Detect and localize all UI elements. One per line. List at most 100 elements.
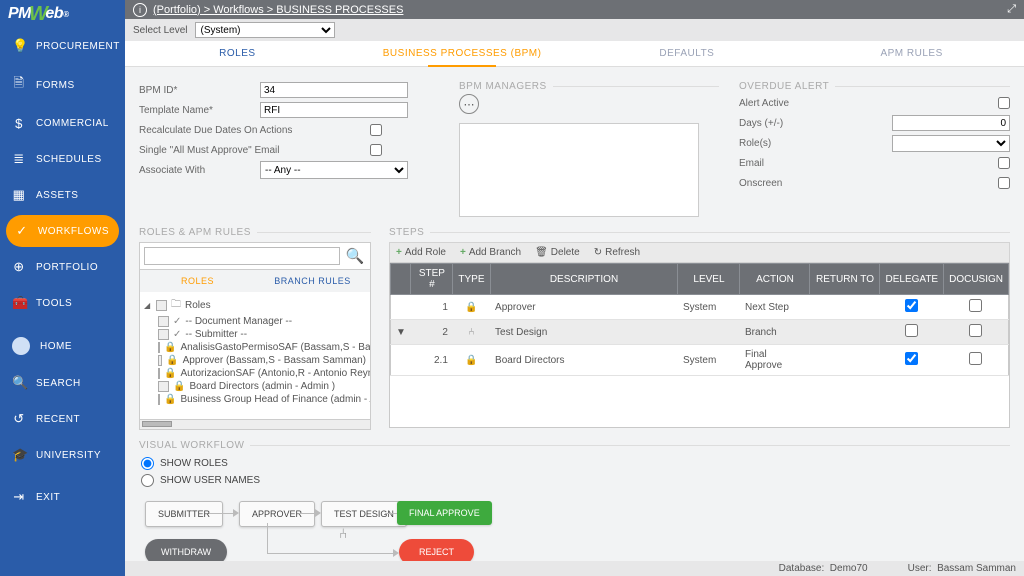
sidebar-item-search[interactable]: 🔍SEARCH [0, 365, 125, 401]
template-input[interactable] [260, 102, 408, 118]
docusign-checkbox[interactable] [969, 324, 982, 337]
col-type[interactable]: TYPE [453, 264, 490, 295]
sidebar-item-label: RECENT [36, 414, 80, 425]
search-icon: 🔍 [12, 375, 26, 391]
tree-item[interactable]: Board Directors (admin - Admin ) [189, 381, 335, 392]
roles-tree[interactable]: ◢🗀Roles ✓-- Document Manager -- ✓-- Subm… [139, 292, 371, 420]
schedule-icon: ≣ [12, 151, 26, 167]
sidebar-item-portfolio[interactable]: ⊕PORTFOLIO [0, 249, 125, 285]
alert-active-checkbox[interactable] [998, 97, 1010, 109]
col-docusign[interactable]: DOCUSIGN [944, 264, 1009, 295]
sidebar-item-label: EXIT [36, 492, 60, 503]
sidebar-item-home[interactable]: HOME [0, 327, 125, 365]
select-level-dropdown[interactable]: (System) [195, 22, 335, 38]
sidebar-item-university[interactable]: 🎓UNIVERSITY [0, 437, 125, 473]
bpm-managers-box [459, 123, 699, 217]
onscreen-label: Onscreen [739, 178, 859, 189]
single-approve-checkbox[interactable] [370, 144, 382, 156]
toolbox-icon: 🧰 [12, 295, 26, 311]
col-action[interactable]: ACTION [740, 264, 810, 295]
tab-bpm[interactable]: BUSINESS PROCESSES (BPM) [350, 41, 575, 66]
email-checkbox[interactable] [998, 157, 1010, 169]
col-return[interactable]: RETURN TO [810, 264, 880, 295]
avatar-icon [12, 337, 30, 355]
node-final-approve[interactable]: FINAL APPROVE [397, 501, 492, 525]
recalc-checkbox[interactable] [370, 124, 382, 136]
template-label: Template Name* [139, 105, 254, 116]
docusign-checkbox[interactable] [969, 299, 982, 312]
tree-item[interactable]: Approver (Bassam,S - Bassam Samman) [183, 355, 366, 366]
delete-button[interactable]: 🗑Delete [535, 247, 580, 258]
sidebar-item-exit[interactable]: ⇥EXIT [0, 479, 125, 515]
add-branch-button[interactable]: +Add Branch [460, 247, 521, 258]
select-level-label: Select Level [133, 25, 187, 36]
roles-search-input[interactable] [144, 247, 340, 265]
expand-icon[interactable]: ⤢ [1007, 3, 1016, 16]
docusign-checkbox[interactable] [969, 352, 982, 365]
associate-dropdown[interactable]: -- Any -- [260, 161, 408, 179]
tree-root[interactable]: Roles [185, 300, 211, 311]
mini-tab-branch[interactable]: BRANCH RULES [255, 270, 370, 292]
tree-item[interactable]: -- Document Manager -- [185, 316, 292, 327]
sidebar-item-label: FORMS [36, 80, 75, 91]
table-row[interactable]: ▼2⑃Test DesignBranch [391, 320, 1009, 345]
search-icon[interactable]: 🔍 [344, 247, 366, 265]
refresh-button[interactable]: ↻Refresh [594, 247, 640, 258]
node-reject[interactable]: REJECT [399, 539, 474, 561]
tree-hscroll[interactable] [139, 420, 371, 430]
sidebar-item-forms[interactable]: 🗎 FORMS [0, 64, 125, 106]
show-users-radio[interactable]: SHOW USER NAMES [141, 474, 1008, 487]
bpm-id-label: BPM ID* [139, 85, 254, 96]
main-tabs: ROLES BUSINESS PROCESSES (BPM) DEFAULTS … [125, 41, 1024, 67]
steps-toolbar: +Add Role +Add Branch 🗑Delete ↻Refresh [389, 242, 1010, 263]
sidebar-item-tools[interactable]: 🧰TOOLS [0, 285, 125, 321]
onscreen-checkbox[interactable] [998, 177, 1010, 189]
col-level[interactable]: LEVEL [678, 264, 740, 295]
delegate-checkbox[interactable] [905, 324, 918, 337]
col-delegate[interactable]: DELEGATE [880, 264, 944, 295]
sidebar-item-recent[interactable]: ↺ RECENT [0, 401, 125, 437]
sidebar-item-schedules[interactable]: ≣SCHEDULES [0, 141, 125, 177]
info-icon[interactable]: i [133, 3, 147, 17]
col-desc[interactable]: DESCRIPTION [490, 264, 678, 295]
delegate-checkbox[interactable] [905, 352, 918, 365]
days-label: Days (+/-) [739, 118, 859, 129]
tab-apm[interactable]: APM RULES [799, 41, 1024, 66]
days-input[interactable] [892, 115, 1010, 131]
sidebar-item-label: ASSETS [36, 190, 78, 201]
sidebar-item-assets[interactable]: ▦ASSETS [0, 177, 125, 213]
roles-label: Role(s) [739, 138, 859, 149]
tab-roles[interactable]: ROLES [125, 41, 350, 66]
roles-dropdown[interactable] [892, 135, 1010, 152]
show-roles-radio[interactable]: SHOW ROLES [141, 457, 1008, 470]
sidebar-item-workflows[interactable]: ✓WORKFLOWS [6, 215, 119, 247]
recent-icon: ↺ [12, 411, 26, 427]
single-approve-label: Single "All Must Approve" Email [139, 145, 364, 156]
node-test-design[interactable]: TEST DESIGN [321, 501, 407, 527]
tree-item[interactable]: -- Submitter -- [185, 329, 247, 340]
sidebar-item-label: HOME [40, 341, 72, 352]
bulb-icon: 💡 [12, 38, 26, 54]
sidebar: PMWeb® 💡PROCUREMENT 🗎FORMS $COMMERCIAL ≣… [0, 0, 125, 576]
bpm-id-input[interactable] [260, 82, 408, 98]
tree-item[interactable]: AnalisisGastoPermisoSAF (Bassam,S - Bass… [180, 342, 371, 353]
check-icon: ✓ [16, 223, 28, 239]
tree-item[interactable]: AutorizacionSAF (Antonio,R - Antonio Rey… [180, 368, 371, 379]
form-icon: 🗎 [12, 74, 26, 96]
bpm-managers-picker[interactable]: ⋯ [459, 94, 479, 114]
col-step[interactable]: STEP # [411, 264, 453, 295]
sidebar-item-commercial[interactable]: $COMMERCIAL [0, 106, 125, 141]
fork-icon: ⑃ [339, 525, 347, 541]
table-row[interactable]: 1🔒ApproverSystemNext Step [391, 295, 1009, 320]
visual-workflow-canvas: SUBMITTER APPROVER TEST DESIGN FINAL APP… [139, 495, 1010, 561]
tab-defaults[interactable]: DEFAULTS [575, 41, 800, 66]
node-withdraw[interactable]: WITHDRAW [145, 539, 227, 561]
tree-item[interactable]: Business Group Head of Finance (admin - … [180, 394, 371, 405]
mini-tab-roles[interactable]: ROLES [140, 270, 255, 292]
add-role-button[interactable]: +Add Role [396, 247, 446, 258]
delegate-checkbox[interactable] [905, 299, 918, 312]
node-submitter[interactable]: SUBMITTER [145, 501, 223, 527]
sidebar-item-procurement[interactable]: 💡PROCUREMENT [0, 28, 125, 64]
table-row[interactable]: 2.1🔒Board DirectorsSystemFinal Approve [391, 345, 1009, 376]
node-approver[interactable]: APPROVER [239, 501, 315, 527]
